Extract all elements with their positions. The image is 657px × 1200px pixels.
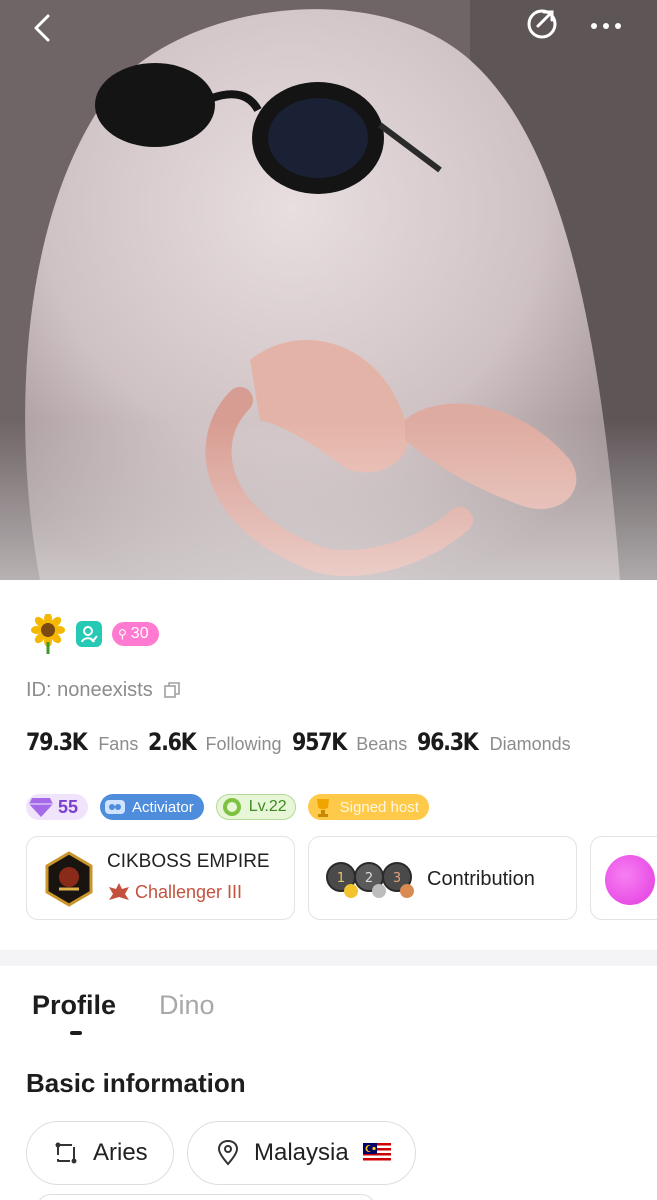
zodiac-icon xyxy=(55,1142,77,1164)
diamond-level-tag[interactable]: 55 xyxy=(26,794,89,820)
active-tab-indicator xyxy=(70,1031,82,1035)
family-rank-label: Challenger III xyxy=(135,881,243,902)
zodiac-chip[interactable]: Aries xyxy=(26,1121,174,1185)
country-chip[interactable]: Malaysia xyxy=(187,1121,416,1185)
cover-image xyxy=(0,0,657,580)
stats-row: 79.3K Fans 2.6K Following 957K Beans 96.… xyxy=(26,728,581,768)
stat-fans-label: Fans xyxy=(98,734,139,754)
stat-fans[interactable]: 79.3K Fans xyxy=(26,728,138,756)
contribution-card[interactable]: 1 2 3 Contribution xyxy=(308,836,577,920)
stat-beans[interactable]: 957K Beans xyxy=(292,728,408,756)
share-button[interactable] xyxy=(524,4,560,40)
family-card[interactable]: CIKBOSS EMPIRE Challenger III xyxy=(26,836,295,920)
extra-card[interactable] xyxy=(590,836,657,920)
medal-2-label: 2 xyxy=(365,871,373,886)
stat-following-value: 2.6K xyxy=(148,728,197,756)
family-emblem-icon xyxy=(45,851,93,907)
contribution-medals-icon: 1 2 3 xyxy=(326,862,414,898)
stat-following-label: Following xyxy=(205,734,282,754)
basic-info-title: Basic information xyxy=(26,1068,246,1098)
level-coin-icon xyxy=(219,794,245,820)
country-label: Malaysia xyxy=(254,1139,349,1166)
cover-photo[interactable] xyxy=(0,0,657,580)
sunflower-icon xyxy=(31,614,65,654)
more-dots-icon xyxy=(591,23,621,29)
diamond-level-value: 55 xyxy=(58,796,79,817)
rank-crest-icon xyxy=(109,883,129,900)
activator-icon xyxy=(102,794,128,820)
location-pin-icon xyxy=(217,1140,239,1166)
user-id-row: ID: noneexists xyxy=(26,676,181,704)
activator-tag[interactable]: Activiator xyxy=(100,794,204,820)
trophy-icon xyxy=(310,794,336,820)
extra-badge-icon xyxy=(605,855,655,905)
stat-beans-label: Beans xyxy=(356,734,408,754)
stat-diamonds[interactable]: 96.3K Diamonds xyxy=(417,728,570,756)
activator-label: Activiator xyxy=(132,798,194,816)
stat-diamonds-label: Diamonds xyxy=(489,734,571,754)
share-arrow-icon xyxy=(527,9,557,39)
contribution-label: Contribution xyxy=(427,868,535,890)
more-options-button[interactable] xyxy=(586,6,626,40)
family-name: CIKBOSS EMPIRE xyxy=(107,851,270,872)
magnifier-icon: ⚲ xyxy=(118,627,127,641)
user-level-tag[interactable]: Lv.22 xyxy=(215,794,296,820)
tab-profile[interactable]: Profile xyxy=(32,990,116,1021)
verified-badge[interactable] xyxy=(76,621,102,647)
stat-fans-value: 79.3K xyxy=(26,728,88,756)
back-button[interactable] xyxy=(26,6,60,46)
zodiac-label: Aries xyxy=(93,1139,148,1166)
user-id-text: ID: noneexists xyxy=(26,678,153,701)
stat-beans-value: 957K xyxy=(291,728,347,756)
next-info-chip[interactable] xyxy=(36,1194,376,1200)
section-divider xyxy=(0,950,657,966)
tags-row: 55 Activiator Lv.22 Signed host xyxy=(26,792,429,822)
profile-badges: ⚲ 30 xyxy=(30,614,159,654)
diamond-icon xyxy=(28,794,54,820)
stat-following[interactable]: 2.6K Following xyxy=(148,728,281,756)
verified-person-icon xyxy=(81,626,98,643)
level-badge-value: 30 xyxy=(130,625,149,642)
medal-3-label: 3 xyxy=(393,871,401,886)
copy-icon[interactable] xyxy=(163,681,181,699)
malaysia-flag-icon xyxy=(362,1143,391,1163)
medal-1-label: 1 xyxy=(337,871,345,886)
user-level-value: Lv.22 xyxy=(248,798,287,815)
signed-host-label: Signed host xyxy=(339,798,419,816)
top-bar xyxy=(0,0,657,56)
family-rank: Challenger III xyxy=(107,881,242,903)
signed-host-tag[interactable]: Signed host xyxy=(307,794,429,820)
tab-dino[interactable]: Dino xyxy=(159,990,215,1021)
stat-diamonds-value: 96.3K xyxy=(417,728,479,756)
level-badge[interactable]: ⚲ 30 xyxy=(112,622,159,646)
chevron-left-icon xyxy=(34,14,50,42)
